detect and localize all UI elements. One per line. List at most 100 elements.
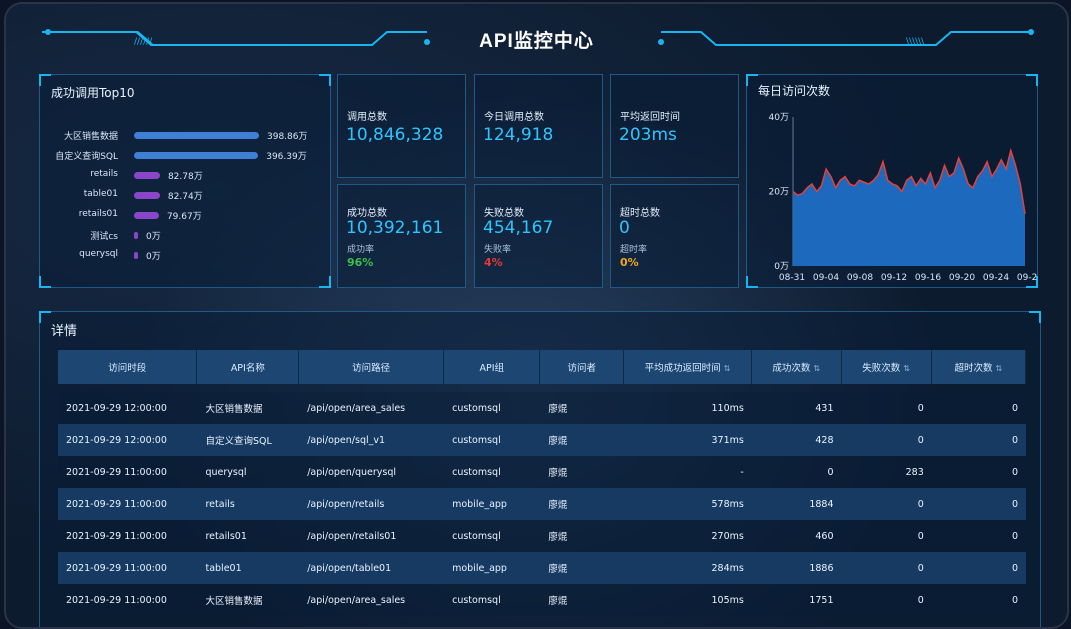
table-cell: 105ms	[624, 584, 752, 616]
page-title: API监控中心	[479, 31, 594, 52]
daily-visits-panel: 每日访问次数 40万 20万 0万 08-31 09-04 09-08 09-12 09-16…	[746, 74, 1038, 288]
column-header-label: 超时次数	[954, 363, 993, 374]
table-cell: customsql	[444, 392, 541, 424]
table-cell: 1886	[751, 552, 842, 584]
top10-bar-row: 自定义查询SQL 396.39万	[48, 149, 328, 163]
column-header[interactable]: API名称	[197, 350, 300, 384]
column-header[interactable]: 平均成功返回时间 ⇅	[624, 350, 752, 384]
x-tick-label: 09-28	[1017, 273, 1037, 283]
table-row[interactable]: 2021-09-29 11:00:00 table01/api/open/tabl…	[58, 552, 1026, 584]
top10-bar	[134, 212, 159, 219]
table-cell: 0	[931, 488, 1026, 520]
column-header-label: 访问时段	[108, 363, 147, 374]
x-tick-label: 09-08	[847, 273, 873, 283]
table-row[interactable]: 2021-09-29 11:00:00 大区销售数据/api/open/area_…	[58, 584, 1026, 616]
column-header[interactable]: 失败次数 ⇅	[841, 350, 932, 384]
x-tick-label: 09-16	[915, 273, 941, 283]
table-cell: 廖焜	[540, 488, 625, 520]
y-tick-label: 40万	[769, 113, 789, 123]
stat-today-value: 124,918	[483, 125, 554, 145]
top10-bar-value: 396.39万	[266, 152, 307, 162]
table-cell: 428	[751, 424, 842, 456]
top10-bar	[134, 252, 138, 259]
table-row[interactable]: 2021-09-29 12:00:00 大区销售数据/api/open/area_…	[58, 392, 1026, 424]
sort-icon[interactable]: ⇅	[903, 364, 910, 373]
table-cell: 0	[841, 552, 932, 584]
sort-icon[interactable]: ⇅	[724, 364, 731, 373]
top10-bar-label: 大区销售数据	[63, 132, 118, 142]
column-header-label: 平均成功返回时间	[644, 363, 721, 374]
stat-success-card: 成功总数 10,392,161 成功率 96%	[337, 184, 466, 288]
top10-bar-value: 82.74万	[167, 192, 203, 202]
y-tick-label: 20万	[769, 188, 789, 198]
stat-avg-card: 平均返回时间 203ms	[610, 74, 739, 178]
x-tick-label: 09-12	[881, 273, 907, 283]
table-cell: 460	[751, 520, 842, 552]
table-row[interactable]: 2021-09-29 11:00:00 querysql/api/open/que…	[58, 456, 1026, 488]
column-header[interactable]: 成功次数 ⇅	[751, 350, 842, 384]
stat-fail-rate-label: 失败率	[484, 245, 512, 255]
table-cell: mobile_app	[444, 552, 541, 584]
y-tick-label: 0万	[774, 262, 789, 272]
table-body: 2021-09-29 12:00:00 大区销售数据/api/open/area_…	[58, 384, 1026, 616]
table-cell: 1884	[751, 488, 842, 520]
stat-success-rate-label: 成功率	[347, 245, 375, 255]
x-tick-label: 09-24	[983, 273, 1009, 283]
table-cell: table01	[197, 552, 300, 584]
dashboard-frame: ////// \\\\\\ API监控中心 成功调用Top10 大区销售数据 39…	[4, 2, 1069, 629]
stat-success-rate: 96%	[347, 256, 374, 269]
top10-bar	[134, 192, 160, 199]
area-fill	[793, 150, 1025, 266]
table-cell: customsql	[444, 520, 541, 552]
column-header-label: API名称	[230, 363, 265, 374]
table-cell: retails	[197, 488, 300, 520]
column-header[interactable]: 访问路径	[299, 350, 445, 384]
stat-success-value: 10,392,161	[346, 218, 444, 238]
top10-title: 成功调用Top10	[51, 86, 135, 100]
table-row[interactable]: 2021-09-29 12:00:00 自定义查询SQL/api/open/sql…	[58, 424, 1026, 456]
table-cell: customsql	[444, 584, 541, 616]
top10-bar-label: 自定义查询SQL	[55, 152, 118, 162]
stat-today-card: 今日调用总数 124,918	[474, 74, 603, 178]
stat-avg-value: 203ms	[619, 125, 677, 145]
stat-fail-label: 失败总数	[484, 208, 524, 219]
table-cell: 578ms	[624, 488, 752, 520]
table-cell: 大区销售数据	[197, 392, 300, 424]
stat-total-card: 调用总数 10,846,328	[337, 74, 466, 178]
stat-timeout-label: 超时总数	[620, 208, 660, 219]
table-cell: retails01	[197, 520, 300, 552]
table-cell: customsql	[444, 456, 541, 488]
sort-icon[interactable]: ⇅	[996, 364, 1003, 373]
table-row[interactable]: 2021-09-29 11:00:00 retails01/api/open/re…	[58, 520, 1026, 552]
column-header[interactable]: 超时次数 ⇅	[931, 350, 1026, 384]
top10-bar-label: retails	[90, 169, 118, 179]
stat-success-label: 成功总数	[347, 208, 387, 219]
table-cell: /api/open/retails	[299, 488, 445, 520]
top10-bar-label: 测试cs	[90, 232, 118, 242]
table-cell: 自定义查询SQL	[197, 424, 300, 456]
table-cell: 2021-09-29 11:00:00	[58, 552, 198, 584]
column-header-label: API组	[479, 363, 505, 374]
table-row[interactable]: 2021-09-29 11:00:00 retails/api/open/reta…	[58, 488, 1026, 520]
table-cell: 371ms	[624, 424, 752, 456]
sort-icon[interactable]: ⇅	[813, 364, 820, 373]
column-header[interactable]: 访问时段	[58, 350, 198, 384]
table-cell: 2021-09-29 12:00:00	[58, 392, 198, 424]
top10-panel: 成功调用Top10 大区销售数据 398.86万 自定义查询SQL 396.39万 re…	[39, 74, 331, 288]
table-cell: 284ms	[624, 552, 752, 584]
table-cell: 0	[841, 424, 932, 456]
table-cell: 廖焜	[540, 584, 625, 616]
table-cell: 廖焜	[540, 424, 625, 456]
table-cell: 0	[931, 552, 1026, 584]
table-cell: 2021-09-29 11:00:00	[58, 488, 198, 520]
table-cell: 110ms	[624, 392, 752, 424]
column-header[interactable]: API组	[444, 350, 541, 384]
top10-bar-row: retails01 79.67万	[48, 209, 328, 223]
table-cell: mobile_app	[444, 488, 541, 520]
table-cell: 0	[751, 456, 842, 488]
table-cell: /api/open/area_sales	[299, 392, 445, 424]
table-cell: 2021-09-29 12:00:00	[58, 424, 198, 456]
table-cell: 0	[841, 488, 932, 520]
column-header[interactable]: 访问者	[540, 350, 625, 384]
table-cell: /api/open/querysql	[299, 456, 445, 488]
